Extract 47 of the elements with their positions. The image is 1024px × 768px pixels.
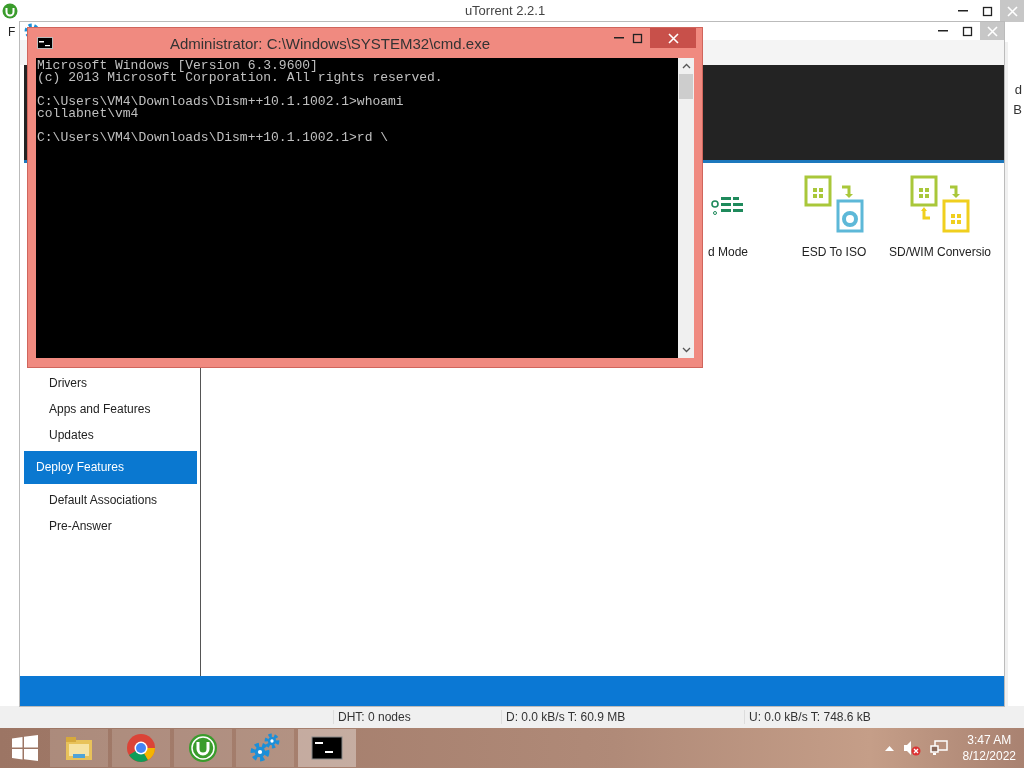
menu-item[interactable]: F [8,25,16,39]
window-title: Administrator: C:\Windows\SYSTEM32\cmd.exe [168,35,492,52]
status-text: D: 0.0 kB/s T: 60.9 MB [501,710,744,724]
scrollbar-thumb[interactable] [679,74,693,99]
minimize-icon [957,10,968,12]
sidebar-item[interactable]: Default Associations [20,487,200,513]
maximize-icon [631,32,643,44]
chrome-icon [125,732,157,764]
console-line: Microsoft Windows [Version 6.3.9600] [37,60,319,72]
sidebar-item[interactable]: Pre-Answer [20,513,200,539]
column-header[interactable]: B [1008,102,1024,122]
sidebar-item[interactable]: Apps and Features [20,396,200,422]
close-icon [1006,5,1018,17]
tool-label[interactable]: SD/WIM Conversio [889,245,991,259]
sidebar-item[interactable]: Drivers [20,370,200,396]
window-title: uTorrent 2.2.1 [463,3,547,19]
close-icon [667,32,679,44]
close-button[interactable] [650,28,696,48]
file-conversion-icon[interactable] [804,175,864,233]
console-icon [37,37,53,49]
scroll-up-icon[interactable] [681,63,691,69]
scroll-down-icon[interactable] [681,347,691,353]
status-text: DHT: 0 nodes [333,710,501,724]
windows-logo-icon [12,735,38,761]
taskbar-button[interactable] [298,729,356,767]
minimize-icon [937,30,948,32]
gears-icon [249,732,281,764]
status-text: U: 0.0 kB/s T: 748.6 kB [744,710,871,724]
console-line: C:\Users\VM4\Downloads\Dism++10.1.1002.1>whoami [37,96,405,108]
caret-up-icon[interactable] [884,745,894,751]
sidebar-group-header[interactable]: Deploy Features [24,451,197,484]
maximize-icon [962,25,973,37]
maximize-icon [982,5,993,17]
tool-label[interactable]: d Mode [708,245,748,259]
utorrent-icon [187,732,219,764]
console-line: C:\Users\VM4\Downloads\Dism++10.1.1002.1>rd \ [37,132,390,144]
muted-speaker-icon[interactable] [902,740,921,756]
tool-label[interactable]: ESD To ISO [801,245,867,259]
scrollbar[interactable] [678,58,694,358]
sidebar-item[interactable]: Updates [20,422,200,448]
network-icon[interactable] [929,740,948,756]
console-line: (c) 2013 Microsoft Corporation. All rights reserved. [37,72,444,84]
file-conversion-icon[interactable] [910,175,970,233]
column-header[interactable]: d [1008,82,1024,102]
close-icon [986,25,998,37]
minimize-icon [614,37,624,39]
console-line: collabnet\vm4 [37,108,140,120]
